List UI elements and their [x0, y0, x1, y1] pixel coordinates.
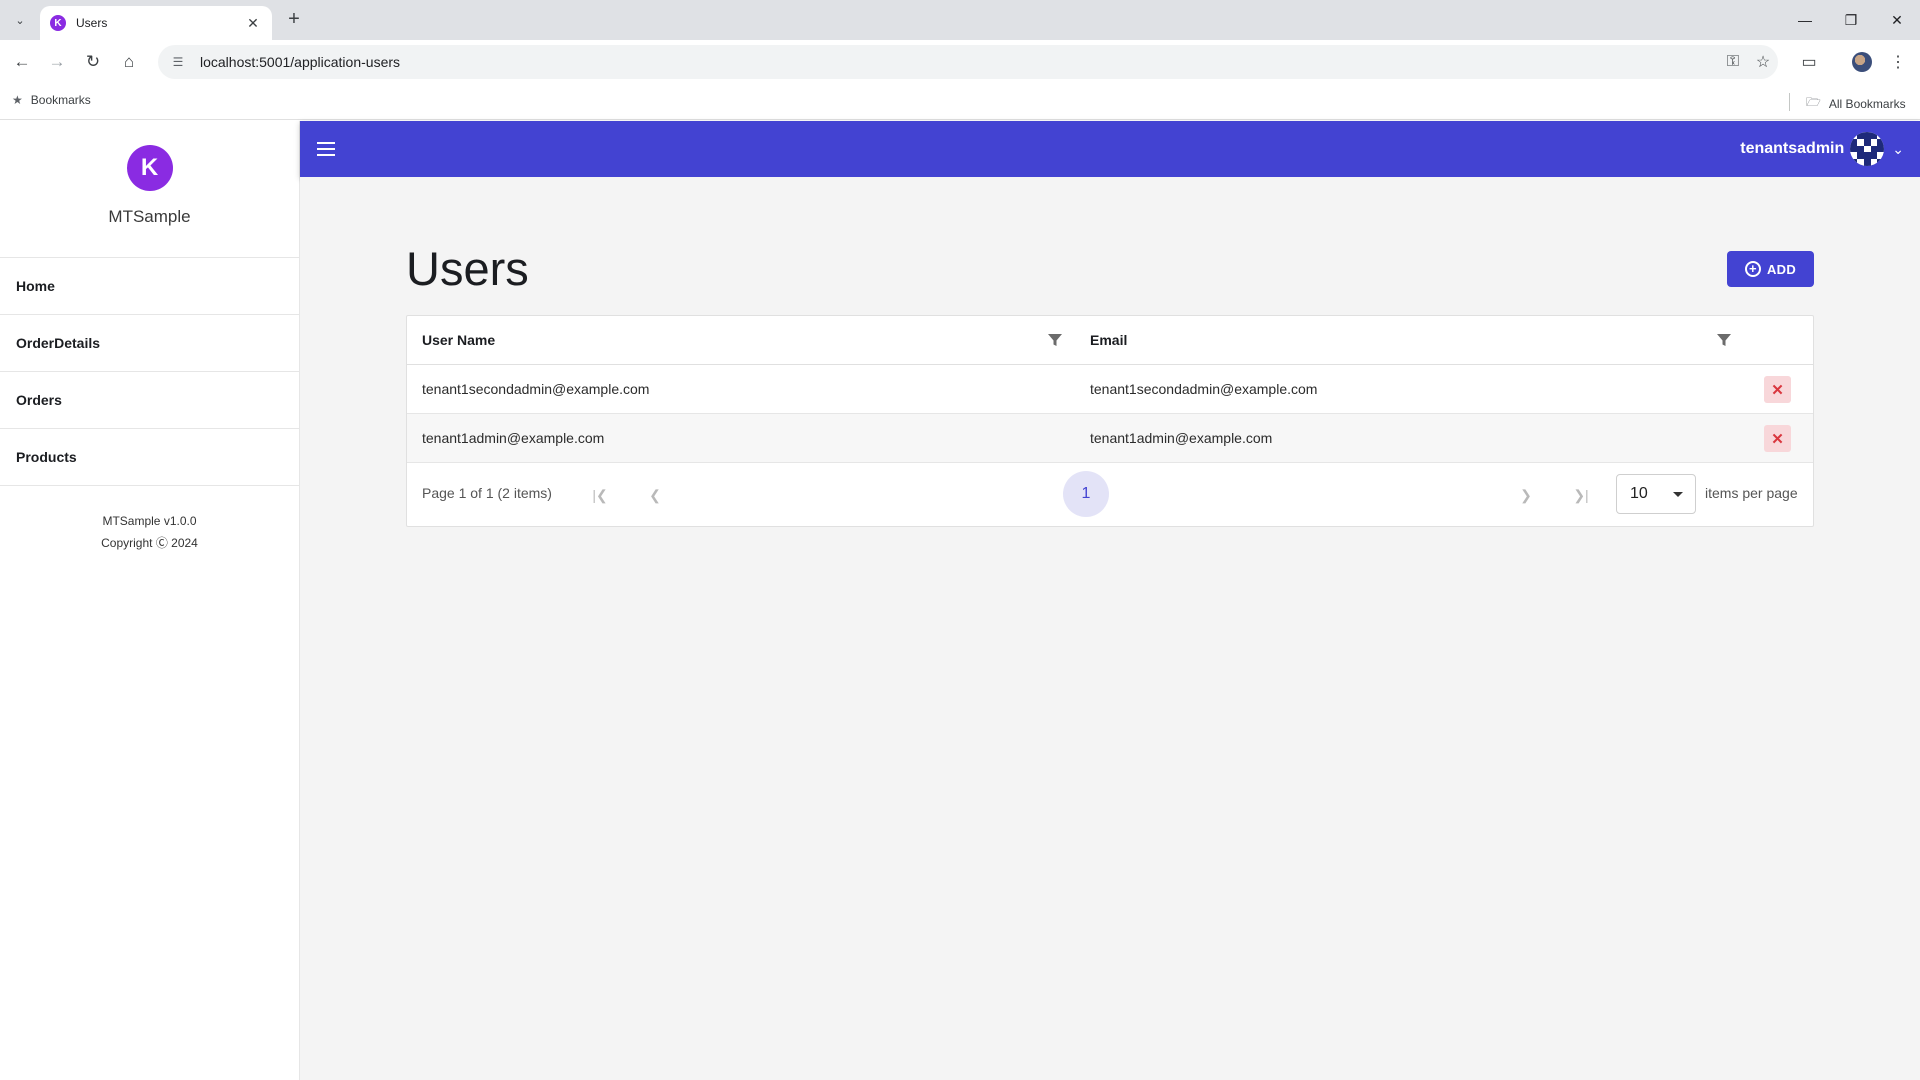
pager-summary: Page 1 of 1 (2 items) — [422, 485, 552, 501]
page-size-value: 10 — [1630, 485, 1648, 502]
new-tab-plus-icon[interactable]: + — [282, 8, 306, 32]
page-title: Users — [406, 242, 529, 295]
forward-arrow-icon[interactable]: → — [43, 48, 71, 76]
plus-circle-icon: + — [1744, 261, 1761, 277]
all-bookmarks-button[interactable]: 🗁 All Bookmarks — [1806, 93, 1906, 114]
sidebar-brand: K MTSample — [0, 121, 299, 258]
sidebar-item-products[interactable]: Products — [0, 429, 299, 486]
minimize-icon[interactable]: — — [1782, 0, 1828, 40]
window-controls: — ❐ ✕ — [1782, 0, 1920, 40]
chevron-down-icon: ⌄ — [1892, 140, 1904, 157]
next-page-icon[interactable]: ❯ — [1514, 483, 1538, 507]
brand-name: MTSample — [108, 207, 191, 226]
bookmark-star-icon[interactable]: ☆ — [1748, 47, 1778, 77]
caret-down-icon — [1673, 492, 1683, 497]
add-button-label: ADD — [1766, 261, 1797, 277]
sidebar-item-label: Products — [16, 449, 77, 465]
add-user-button[interactable]: + ADD — [1727, 251, 1814, 287]
previous-page-icon[interactable]: ❮ — [643, 483, 667, 507]
grid-header: User Name Email — [407, 316, 1813, 365]
user-name: tenantsadmin — [1740, 140, 1845, 157]
column-header-label: Email — [1090, 332, 1128, 348]
delete-row-button[interactable]: ✕ — [1764, 376, 1791, 403]
address-bar[interactable]: ☰ localhost:5001/application-users ⚿ ☆ — [158, 45, 1778, 79]
reload-icon[interactable]: ↻ — [79, 48, 107, 76]
bookmarks-divider — [1789, 93, 1790, 111]
page-number-button[interactable]: 1 — [1063, 471, 1109, 517]
close-icon: ✕ — [1771, 430, 1784, 448]
sidebar-item-label: OrderDetails — [16, 335, 101, 351]
bookmarks-label: Bookmarks — [30, 93, 91, 107]
page-size-label: items per page — [1705, 485, 1798, 501]
delete-row-button[interactable]: ✕ — [1764, 425, 1791, 452]
last-page-icon[interactable]: ❯| — [1569, 483, 1593, 507]
sidebar-item-orders[interactable]: Orders — [0, 372, 299, 429]
cell-user-name: tenant1admin@example.com — [422, 430, 605, 446]
avatar — [1848, 130, 1887, 168]
window-close-icon[interactable]: ✕ — [1874, 0, 1920, 40]
pager: Page 1 of 1 (2 items) |❮ ❮ 1 ❯ ❯| 10 ite… — [407, 463, 1813, 527]
app-topbar: tenantsadmin ⌄ — [300, 121, 1920, 177]
extensions-puzzle-icon[interactable]: ▭ — [1795, 48, 1823, 76]
cell-email: tenant1admin@example.com — [1090, 430, 1273, 446]
back-arrow-icon[interactable]: ← — [8, 48, 36, 76]
more-menu-icon[interactable]: ⋮ — [1884, 48, 1912, 76]
home-icon[interactable]: ⌂ — [115, 48, 143, 76]
sidebar-item-label: Orders — [16, 392, 62, 408]
first-page-icon[interactable]: |❮ — [588, 483, 612, 507]
tab-close-icon[interactable]: ✕ — [244, 15, 262, 32]
sidebar-item-orderdetails[interactable]: OrderDetails — [0, 315, 299, 372]
table-row[interactable]: tenant1admin@example.com tenant1admin@ex… — [407, 414, 1813, 463]
profile-avatar[interactable] — [1848, 48, 1876, 76]
sidebar-item-home[interactable]: Home — [0, 258, 299, 315]
table-row[interactable]: tenant1secondadmin@example.com tenant1se… — [407, 365, 1813, 414]
column-header-user-name[interactable]: User Name — [422, 316, 495, 364]
sidebar: K MTSample Home OrderDetails Orders Prod… — [0, 121, 300, 1080]
column-header-email[interactable]: Email — [1090, 316, 1127, 364]
all-bookmarks-label: All Bookmarks — [1828, 96, 1906, 111]
footer-copyright: Copyright Ⓒ 2024 — [101, 536, 198, 550]
footer-version: MTSample v1.0.0 — [102, 514, 197, 528]
app-root: K MTSample Home OrderDetails Orders Prod… — [0, 121, 1920, 1080]
user-profile-menu[interactable]: tenantsadmin ⌄ — [1740, 129, 1904, 169]
tab-title: Users — [76, 16, 108, 30]
sidebar-item-label: Home — [16, 278, 55, 294]
sidebar-footer: MTSample v1.0.0 Copyright Ⓒ 2024 — [0, 486, 299, 554]
cell-email: tenant1secondadmin@example.com — [1090, 381, 1318, 397]
users-grid: User Name Email tenant1secondadmin@examp… — [406, 315, 1814, 527]
browser-tab[interactable]: K Users ✕ — [40, 6, 272, 40]
password-key-icon[interactable]: ⚿ — [1718, 47, 1748, 77]
filter-icon[interactable] — [1047, 332, 1063, 348]
main-content: Users + ADD User Name Email tenant1secon… — [300, 177, 1920, 1080]
bookmarks-bar: ★ Bookmarks 🗁 All Bookmarks — [0, 84, 1920, 120]
site-info-icon[interactable]: ☰ — [170, 54, 186, 70]
tab-search-chevron-icon[interactable]: ⌄ — [9, 9, 31, 31]
filter-icon[interactable] — [1716, 332, 1732, 348]
restore-icon[interactable]: ❐ — [1828, 0, 1874, 40]
brand-logo-icon[interactable]: K — [126, 145, 173, 191]
column-header-label: User Name — [422, 332, 496, 348]
page-size-select[interactable]: 10 — [1616, 474, 1696, 514]
bookmarks-button[interactable]: ★ Bookmarks — [12, 93, 91, 107]
hamburger-icon[interactable] — [314, 137, 338, 161]
star-icon: ★ — [12, 93, 23, 107]
tab-favicon-icon: K — [50, 15, 66, 31]
close-icon: ✕ — [1771, 381, 1784, 399]
browser-toolbar: ← → ↻ ⌂ ☰ localhost:5001/application-use… — [0, 40, 1920, 84]
folder-icon: 🗁 — [1806, 95, 1821, 109]
url-text[interactable]: localhost:5001/application-users — [200, 54, 1718, 70]
cell-user-name: tenant1secondadmin@example.com — [422, 381, 650, 397]
browser-tab-strip: ⌄ K Users ✕ + — ❐ ✕ — [0, 0, 1920, 40]
